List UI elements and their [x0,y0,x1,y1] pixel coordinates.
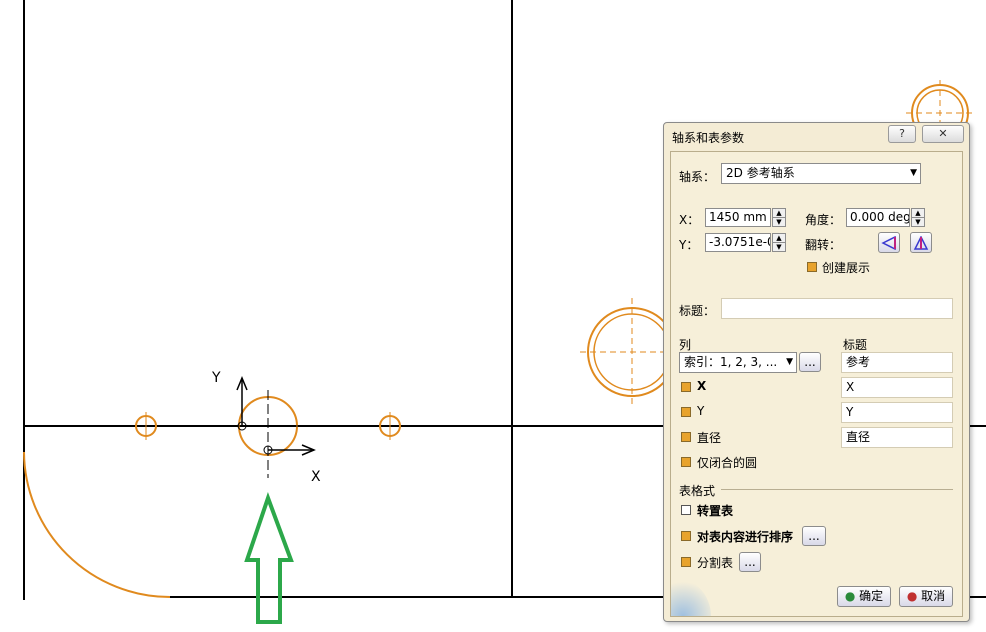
split-options-button[interactable]: ... [739,552,761,572]
dialog-logo-decoration [671,576,711,616]
column-diameter-checkbox[interactable] [681,432,691,442]
index-select-value: 索引：1, 2, 3, ... [684,355,778,369]
columns-label: 列 [679,338,692,352]
quarter-arc [23,451,171,598]
create-show-label: 创建展示 [822,261,871,275]
axis-label-x: X [311,469,321,485]
column-y-label: Y [697,404,705,418]
angle-spinner[interactable]: ▲ ▼ [911,208,925,227]
split-label: 分割表 [697,556,734,570]
sort-label: 对表内容进行排序 [697,530,794,544]
flip-horizontal-button[interactable] [878,232,900,253]
flip-horizontal-icon [881,235,896,251]
column-diameter-label: 直径 [697,431,722,445]
transpose-checkbox[interactable] [681,505,691,515]
axis-system [236,376,316,456]
axis-select-value: 2D 参考轴系 [726,166,795,180]
cancel-button[interactable]: ● 取消 [899,586,953,607]
help-button[interactable]: ? [888,125,916,143]
y-spinner[interactable]: ▲ ▼ [772,233,786,252]
y-label: Y： [679,238,699,252]
green-up-arrow [244,492,294,624]
index-more-button[interactable]: ... [799,352,821,372]
table-format-label: 表格式 [679,484,716,498]
section-divider [721,489,953,490]
sort-options-button[interactable]: ... [802,526,826,546]
flip-vertical-button[interactable] [910,232,932,253]
index-select[interactable]: 索引：1, 2, 3, ... ▼ [679,352,797,373]
y-input[interactable]: -3.0751e-0 [705,233,771,252]
sort-checkbox[interactable] [681,531,691,541]
split-checkbox[interactable] [681,557,691,567]
columns-title-label: 标题 [843,338,868,352]
heading-label: 标题： [679,304,716,318]
closed-circles-label: 仅闭合的圆 [697,456,758,470]
heading-input[interactable] [721,298,953,319]
transpose-label: 转置表 [697,504,734,518]
column-y-title[interactable]: Y [841,402,953,423]
x-input[interactable]: 1450 mm [705,208,771,227]
column-y-checkbox[interactable] [681,407,691,417]
axis-label: 轴系： [679,170,716,184]
x-label: X： [679,213,700,227]
index-title-input[interactable]: 参考 [841,352,953,373]
ok-icon: ● [844,589,856,603]
flip-vertical-icon [913,235,929,250]
cancel-icon: ● [906,589,918,603]
dropdown-arrow-icon: ▼ [786,357,793,367]
axis-label-y: Y [211,370,221,386]
flip-label: 翻转： [805,238,842,252]
dialog-title: 轴系和表参数 [672,131,745,145]
close-button[interactable]: ✕ [922,125,964,143]
ok-label: 确定 [859,589,884,603]
dialog-body: 轴系： 2D 参考轴系 ▼ X： 1450 mm ▲ ▼ 角度： 0.000 de… [670,151,963,617]
reference-circle [232,390,306,478]
angle-label: 角度： [805,213,842,227]
axis-select[interactable]: 2D 参考轴系 ▼ [721,163,921,184]
ok-button[interactable]: ● 确定 [837,586,891,607]
column-diameter-title[interactable]: 直径 [841,427,953,448]
column-x-label: X [697,379,707,393]
angle-input[interactable]: 0.000 deg [846,208,910,227]
closed-circles-checkbox[interactable] [681,457,691,467]
axis-table-dialog: 轴系和表参数 ? ✕ 轴系： 2D 参考轴系 ▼ X： 1450 mm ▲ ▼ 角… [663,122,970,622]
column-x-title[interactable]: X [841,377,953,398]
x-spinner[interactable]: ▲ ▼ [772,208,786,227]
cancel-label: 取消 [921,589,946,603]
dropdown-arrow-icon: ▼ [910,168,917,178]
column-x-checkbox[interactable] [681,382,691,392]
create-show-checkbox[interactable] [807,262,817,272]
